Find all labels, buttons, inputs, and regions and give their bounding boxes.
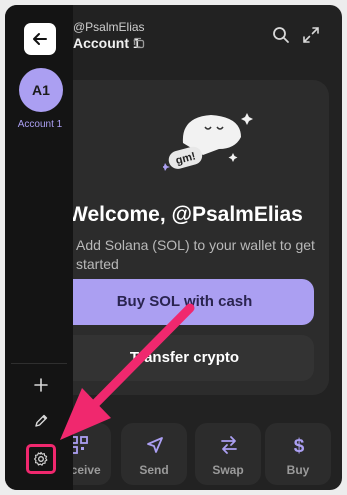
buy-label: Buy — [286, 463, 310, 477]
svg-text:$: $ — [294, 436, 305, 455]
welcome-title: Welcome, @PsalmElias — [68, 203, 303, 226]
welcome-subtitle: Add Solana (SOL) to your wallet to get s… — [76, 237, 315, 272]
ghost-mascot-illustration: gm! — [163, 113, 253, 171]
account-avatar[interactable]: A1 — [19, 68, 63, 112]
account-label: Account 1 — [17, 119, 63, 130]
gear-icon — [34, 451, 48, 466]
expand-icon[interactable] — [302, 26, 320, 44]
dollar-icon: $ — [294, 436, 305, 455]
buy-sol-button[interactable]: Buy SOL with cash — [55, 279, 314, 325]
arrow-left-icon — [33, 33, 47, 45]
send-label: Send — [139, 463, 169, 477]
send-button[interactable]: Send — [121, 423, 187, 485]
username: @PsalmElias — [73, 20, 145, 34]
swap-icon — [221, 436, 237, 454]
swap-button[interactable]: Swap — [195, 423, 261, 485]
transfer-crypto-button[interactable]: Transfer crypto — [55, 335, 314, 381]
send-icon — [147, 437, 163, 453]
edit-pencil-icon[interactable] — [33, 413, 49, 429]
buy-button[interactable]: $ Buy — [265, 423, 331, 485]
action-bar: Receive Send Swap $ Buy — [45, 423, 342, 487]
wallet-window: @PsalmElias Account 1 gm! Welcome, @Psal… — [5, 5, 342, 490]
add-account-icon[interactable] — [33, 377, 49, 393]
settings-button-highlight[interactable] — [26, 444, 56, 474]
sidebar-divider — [11, 363, 67, 364]
back-button[interactable] — [24, 23, 56, 55]
search-icon[interactable] — [272, 26, 290, 44]
swap-label: Swap — [212, 463, 244, 477]
account-sidebar: A1 Account 1 — [5, 5, 73, 490]
copy-icon[interactable] — [133, 37, 145, 49]
